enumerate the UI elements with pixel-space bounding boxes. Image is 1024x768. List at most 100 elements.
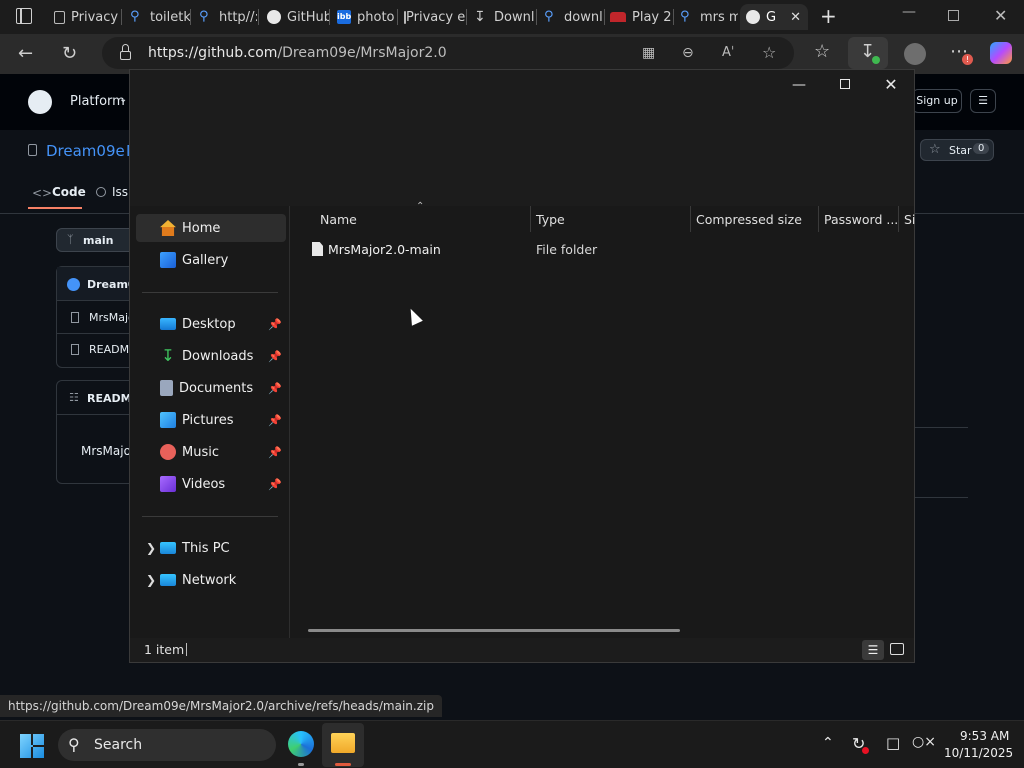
nav-home[interactable]: Home <box>136 214 286 242</box>
browser-tab-3[interactable]: ⚲ http//: <box>193 4 257 30</box>
display-icon[interactable]: □ <box>886 734 900 752</box>
file-row[interactable]: MrsMajor2.0-main File folder <box>306 236 906 264</box>
star-button[interactable]: ☆ Star 0 <box>920 139 994 161</box>
tab-label: Privacy erro <box>406 9 466 25</box>
tiles-view-icon[interactable] <box>890 643 904 655</box>
browser-tab-6[interactable]: Privacy erro <box>398 4 466 30</box>
nav-label: Videos <box>182 476 226 492</box>
commit-row[interactable]: Dream09 <box>57 267 143 301</box>
branch-selector[interactable]: ᛉ main <box>56 228 136 252</box>
repo-owner-link[interactable]: Dream09e / <box>46 142 135 160</box>
pin-icon[interactable]: 📌 <box>268 478 282 491</box>
column-header-type[interactable]: Type <box>536 212 565 227</box>
nav-gallery[interactable]: Gallery <box>136 246 286 274</box>
chevron-right-icon[interactable]: ❯ <box>146 541 156 555</box>
tab-actions-icon[interactable] <box>16 8 32 24</box>
sidebar-divider-1 <box>914 427 968 428</box>
browser-tab-2[interactable]: ⚲ toiletk <box>124 4 190 30</box>
read-aloud-icon[interactable]: Aˈ <box>722 37 734 69</box>
maximize-icon[interactable] <box>822 74 868 96</box>
app-available-icon[interactable]: ▦ <box>642 37 655 69</box>
column-separator[interactable] <box>898 206 899 232</box>
browser-tab-8[interactable]: ⚲ downl <box>538 4 604 30</box>
minimize-icon[interactable]: — <box>776 74 822 96</box>
edge-browser-icon[interactable] <box>288 731 314 757</box>
branch-name: main <box>83 234 114 247</box>
nav-documents[interactable]: Documents 📌 <box>136 374 286 402</box>
star-label: Star <box>949 144 972 157</box>
clock-time[interactable]: 9:53 AM <box>960 729 1009 743</box>
chevron-right-icon[interactable]: ❯ <box>146 573 156 587</box>
platform-menu[interactable]: Platform <box>70 94 125 109</box>
show-hidden-icons-chevron[interactable]: ⌃ <box>822 735 834 751</box>
column-header-password[interactable]: Password ... <box>824 212 898 227</box>
column-header-name[interactable]: Name <box>320 212 357 227</box>
nav-network[interactable]: ❯ Network <box>136 566 286 594</box>
copilot-icon[interactable] <box>990 42 1012 64</box>
browser-tab-9[interactable]: Play 2 <box>604 4 672 30</box>
taskbar-search[interactable]: ⚲ Search <box>58 729 276 761</box>
nav-desktop[interactable]: Desktop 📌 <box>136 310 286 338</box>
restore-icon[interactable] <box>948 10 959 21</box>
pin-icon[interactable]: 📌 <box>268 414 282 427</box>
github-logo-icon[interactable] <box>28 90 52 114</box>
pin-icon[interactable]: 📌 <box>268 318 282 331</box>
address-bar[interactable]: https://github.com/Dream09e/MrsMajor2.0 … <box>102 37 794 69</box>
pin-icon[interactable]: 📌 <box>268 350 282 363</box>
column-header-compressed-size[interactable]: Compressed size <box>696 212 802 227</box>
file-row[interactable]: MrsMajo <box>57 302 135 334</box>
network-volume-icon[interactable]: ○× <box>912 734 936 750</box>
clock-date[interactable]: 10/11/2025 <box>944 746 1013 760</box>
lock-icon-shackle <box>122 44 129 52</box>
minimize-icon[interactable]: — <box>902 4 916 20</box>
close-window-icon[interactable]: ✕ <box>994 6 1007 25</box>
file-list: Dream09 MrsMajo README <box>56 266 143 368</box>
browser-tab-strip: Privacy erro ⚲ toiletk ⚲ http//: GitHub … <box>0 0 1024 34</box>
back-icon[interactable]: ← <box>18 44 33 64</box>
nav-music[interactable]: Music 📌 <box>136 438 286 466</box>
column-separator[interactable] <box>530 206 531 232</box>
file-row[interactable]: README <box>57 335 136 367</box>
taskbar: ⚲ Search ⌃ ↻ □ ○× 9:53 AM 10/11/2025 <box>0 720 1024 768</box>
tab-actions-icon-line <box>20 8 22 24</box>
favorites-icon[interactable]: ☆ <box>814 42 830 62</box>
nav-this-pc[interactable]: ❯ This PC <box>136 534 286 562</box>
nav-downloads[interactable]: ↧ Downloads 📌 <box>136 342 286 370</box>
item-count: 1 item <box>144 642 185 657</box>
search-icon: ⚲ <box>68 735 80 754</box>
browser-tab-active[interactable]: G ✕ <box>740 4 808 30</box>
gallery-icon <box>160 252 176 268</box>
column-header-size[interactable]: Si <box>904 212 915 227</box>
details-view-icon[interactable]: ☰ <box>862 640 884 660</box>
pin-icon[interactable]: 📌 <box>268 446 282 459</box>
favorite-star-icon[interactable]: ☆ <box>762 37 776 69</box>
sort-ascending-icon: ⌃ <box>416 201 425 212</box>
nav-pictures[interactable]: Pictures 📌 <box>136 406 286 434</box>
zoom-out-icon[interactable]: ⊖ <box>682 37 694 69</box>
profile-avatar-icon[interactable] <box>904 43 926 65</box>
column-separator[interactable] <box>690 206 691 232</box>
network-icon <box>160 574 176 586</box>
pin-icon[interactable]: 📌 <box>268 382 282 395</box>
browser-tab-7[interactable]: ↧ Downl <box>468 4 536 30</box>
sign-up-button[interactable]: Sign up <box>912 89 962 113</box>
windows-start-icon[interactable] <box>20 734 44 758</box>
nav-videos[interactable]: Videos 📌 <box>136 470 286 498</box>
browser-tab-4[interactable]: GitHub <box>261 4 329 30</box>
star-icon: ☆ <box>929 142 941 157</box>
tab-separator <box>121 9 122 25</box>
settings-sliders-icon[interactable]: ☰ <box>970 89 996 113</box>
refresh-icon[interactable]: ↻ <box>62 44 77 64</box>
tab-code[interactable]: Code <box>52 185 86 199</box>
browser-tab-1[interactable]: Privacy erro <box>48 4 120 30</box>
close-tab-icon[interactable]: ✕ <box>790 10 801 25</box>
new-tab-icon[interactable]: + <box>820 4 837 28</box>
horizontal-scrollbar[interactable] <box>308 629 680 632</box>
file-list-pane: ⌃ Name Type Compressed size Password ...… <box>290 201 915 638</box>
close-icon[interactable]: ✕ <box>868 74 914 96</box>
column-separator[interactable] <box>818 206 819 232</box>
browser-tab-5[interactable]: ibb photo <box>331 4 397 30</box>
browser-tab-10[interactable]: ⚲ mrs m <box>674 4 738 30</box>
nav-label: Downloads <box>182 348 254 364</box>
music-icon <box>160 444 176 460</box>
